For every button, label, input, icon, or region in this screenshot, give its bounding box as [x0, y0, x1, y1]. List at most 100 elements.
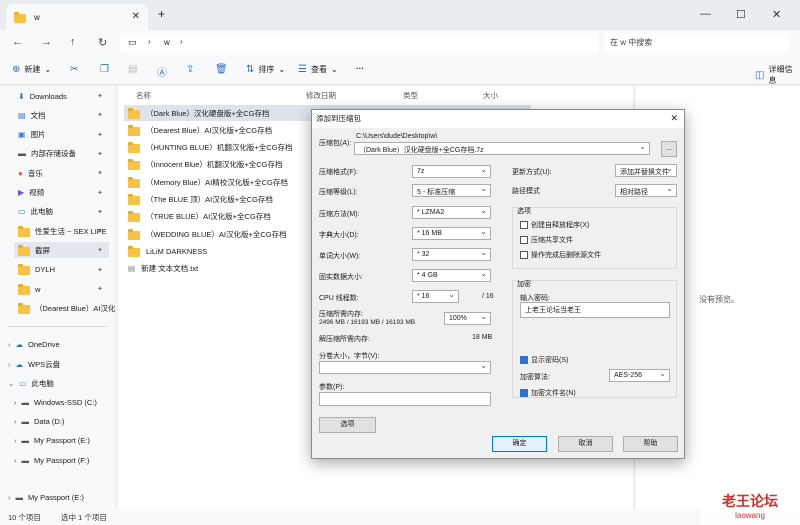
dict-select[interactable]: * 16 MB: [412, 227, 491, 240]
sidebar-item[interactable]: ⬇ Downloads: [18, 88, 67, 104]
column-name[interactable]: 名称: [136, 90, 151, 101]
encryption-method-select[interactable]: AES-256: [609, 369, 670, 382]
show-password-checkbox[interactable]: 显示密码(S): [520, 355, 568, 365]
format-select[interactable]: 7z: [412, 165, 491, 178]
file-name: （Memory Blue）AI精校汉化版+全CG存档: [146, 177, 288, 187]
dialog-close-icon[interactable]: ✕: [670, 113, 678, 124]
tree-item[interactable]: › ▬ Data (D:): [14, 413, 64, 429]
path-select[interactable]: 相对路径: [615, 184, 677, 197]
chevron-icon[interactable]: ›: [8, 360, 11, 369]
sort-button[interactable]: ⇅ 排序 ⌄: [246, 64, 285, 75]
params-input[interactable]: [319, 392, 491, 406]
chevron-icon[interactable]: ›: [8, 493, 11, 502]
solid-select[interactable]: * 4 GB: [412, 269, 491, 282]
up-icon[interactable]: ↑: [70, 36, 76, 48]
navigation-pane: ⬇ Downloads ✦ ▤ 文档 ✦ ▣ 图片 ✦ ▬ 内部存储设备 ✦ ● 音乐 ✦ ▶ 视频 ✦ ▭ 此电脑 ✦…: [0, 86, 115, 509]
sidebar-item[interactable]: ▤ 文档: [18, 107, 46, 123]
column-size[interactable]: 大小: [483, 90, 498, 101]
chevron-icon[interactable]: ›: [8, 340, 11, 349]
maximize-button[interactable]: ☐: [736, 8, 746, 21]
chevron-icon[interactable]: ⌄: [8, 379, 14, 388]
sidebar-item-label: 此电脑: [30, 207, 54, 217]
sidebar-item-label: （Dearest Blue）AI汉化: [35, 303, 116, 313]
tree-item-label: My Passport (E:): [28, 492, 84, 502]
chevron-icon[interactable]: ›: [14, 436, 17, 445]
tree-item-icon: ☁: [15, 359, 24, 369]
password-input[interactable]: 上老王论坛当老王: [520, 302, 670, 318]
ok-button[interactable]: 确定: [492, 436, 547, 452]
rename-icon[interactable]: Ⓐ: [157, 64, 167, 79]
minimize-button[interactable]: —: [700, 8, 711, 20]
column-type[interactable]: 类型: [403, 90, 418, 101]
sfx-checkbox[interactable]: 创建自释放程序(X): [520, 220, 589, 230]
chevron-icon[interactable]: ›: [14, 456, 17, 465]
cpu-select[interactable]: * 16: [412, 290, 459, 303]
mem-pct-select[interactable]: 100%: [444, 312, 491, 325]
options-button[interactable]: 选项: [319, 417, 376, 433]
chevron-icon[interactable]: ›: [14, 417, 17, 426]
tree-item[interactable]: › ▬ My Passport (E:): [14, 432, 90, 448]
breadcrumb-w[interactable]: w: [164, 38, 170, 47]
column-date[interactable]: 修改日期: [306, 90, 336, 101]
level-select[interactable]: 5 - 标准压缩: [412, 184, 491, 197]
tree-item[interactable]: › ▬ My Passport (E:): [8, 489, 84, 505]
tree-item-label: WPS云盘: [28, 359, 61, 369]
tree-item[interactable]: › ▬ My Passport (F:): [14, 452, 89, 468]
details-button[interactable]: ◫ 详细信息: [755, 64, 800, 86]
delete-icon[interactable]: 🗑: [215, 64, 228, 75]
browse-button[interactable]: ...: [661, 141, 677, 157]
chevron-icon[interactable]: ›: [14, 398, 17, 407]
sidebar-item-label: 图片: [30, 130, 46, 140]
method-select[interactable]: * LZMA2: [412, 206, 491, 219]
sidebar-item-icon: ●: [18, 168, 23, 178]
cancel-button[interactable]: 取消: [558, 436, 613, 452]
more-button[interactable]: ···: [356, 64, 364, 73]
sidebar-item[interactable]: 性爱生活 ~ SEX LIFE: [18, 223, 106, 239]
close-button[interactable]: ✕: [772, 8, 781, 21]
folder-icon: [14, 11, 26, 23]
copy-icon[interactable]: ❐: [100, 64, 109, 75]
word-select[interactable]: * 32: [412, 248, 491, 261]
shared-files-checkbox[interactable]: 压缩共享文件: [520, 235, 573, 245]
sidebar-item[interactable]: ▶ 视频: [18, 185, 44, 201]
add-to-archive-dialog: 添加到压缩包 ✕ 压缩包(A): C:\Users\dude\Desktop\w…: [311, 109, 685, 459]
pin-icon: ✦: [97, 112, 103, 120]
tree-item-icon: ▬: [21, 397, 30, 407]
split-select[interactable]: [319, 361, 491, 374]
close-tab-icon[interactable]: ✕: [132, 11, 140, 22]
sidebar-item[interactable]: w: [18, 281, 40, 297]
sidebar-item[interactable]: DYLH: [18, 262, 55, 278]
update-select[interactable]: 添加并替换文件: [615, 164, 677, 177]
sidebar-item-label: Downloads: [29, 91, 67, 101]
sidebar-item[interactable]: （Dearest Blue）AI汉化: [18, 300, 115, 316]
back-icon[interactable]: ←: [12, 36, 23, 48]
forward-icon[interactable]: →: [41, 36, 52, 48]
sidebar-item[interactable]: ▭ 此电脑: [18, 204, 53, 220]
sidebar-item[interactable]: ● 音乐: [18, 165, 43, 181]
tree-item[interactable]: › ☁ OneDrive: [8, 336, 60, 352]
delete-after-checkbox[interactable]: 操作完成后删除源文件: [520, 250, 601, 260]
sidebar-item[interactable]: ▣ 图片: [18, 127, 46, 143]
address-bar[interactable]: ▭ › w ›: [120, 33, 598, 53]
view-button[interactable]: ☰ 查看 ⌄: [298, 64, 338, 75]
tree-item[interactable]: ⌄ ▭ 此电脑: [8, 375, 54, 391]
tab-w[interactable]: w ✕: [6, 4, 148, 30]
new-button[interactable]: ⊕ 新建 ⌄: [12, 64, 51, 75]
details-pane-icon: ◫: [755, 69, 765, 81]
new-tab-button[interactable]: +: [158, 7, 165, 21]
format-label: 压缩格式(F):: [319, 169, 358, 176]
paste-icon[interactable]: ▤: [128, 64, 137, 75]
file-name: LiLiM DARKNESS: [146, 246, 208, 256]
search-input[interactable]: 在 w 中搜索: [604, 33, 789, 53]
share-icon[interactable]: ⇪: [186, 64, 194, 75]
cut-icon[interactable]: ✂: [70, 64, 78, 75]
help-button[interactable]: 帮助: [623, 436, 678, 452]
archive-name-combo[interactable]: （Dark Blue）汉化硬盘版+全CG存档.7z: [354, 142, 650, 155]
refresh-icon[interactable]: ↻: [98, 36, 107, 49]
tree-item[interactable]: › ☁ WPS云盘: [8, 356, 60, 372]
file-name: 新建 文本文档.txt: [141, 264, 199, 274]
encrypt-names-checkbox[interactable]: 加密文件名(N): [520, 388, 576, 398]
sidebar-item[interactable]: ▬ 内部存储设备: [18, 146, 76, 162]
tree-item[interactable]: › ▬ Windows-SSD (C:): [14, 394, 97, 410]
sidebar-item[interactable]: 截屏: [14, 242, 109, 259]
